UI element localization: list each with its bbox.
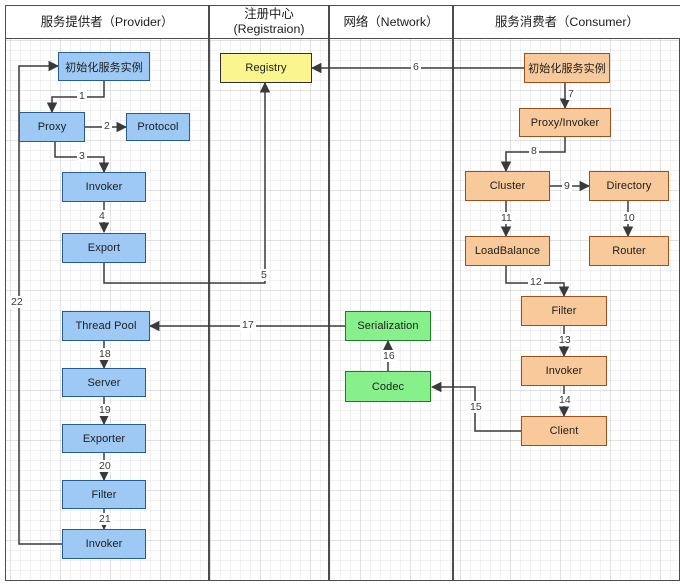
column-header-registration: 注册中心 (Registraion) [210, 6, 328, 38]
node-consumer-cluster-label: Cluster [489, 180, 526, 192]
edge-label-19: 19 [97, 404, 113, 416]
node-provider-invoker[interactable]: Invoker [62, 172, 146, 202]
node-provider-exporter-label: Exporter [82, 432, 126, 445]
node-provider-filter-label: Filter [91, 488, 117, 501]
node-provider-server[interactable]: Server [62, 368, 146, 397]
node-codec-label: Codec [371, 380, 405, 393]
node-consumer-router[interactable]: Router [589, 236, 669, 266]
edge-label-14: 14 [557, 394, 573, 406]
node-provider-proxy[interactable]: Proxy [19, 112, 85, 142]
node-provider-init-label: 初始化服务实例 [65, 61, 143, 74]
column-header-consumer: 服务消费者（Consumer） [454, 6, 680, 38]
edge-label-12: 12 [528, 276, 544, 288]
node-consumer-directory-label: Directory [606, 180, 652, 192]
node-consumer-client-label: Client [549, 425, 579, 437]
node-consumer-loadbalance-label: LoadBalance [474, 245, 541, 257]
edge-label-18: 18 [97, 348, 113, 360]
node-provider-exporter[interactable]: Exporter [62, 424, 146, 453]
edge-label-4: 4 [97, 210, 107, 222]
edge-label-21: 21 [97, 513, 113, 525]
node-provider-invoker-label: Invoker [85, 181, 123, 193]
edge-label-5: 5 [259, 269, 269, 281]
edge-label-16: 16 [381, 350, 397, 362]
node-provider-export-label: Export [87, 242, 121, 254]
column-header-registration-en: (Registraion) [233, 22, 305, 36]
edge-label-7: 7 [566, 88, 576, 100]
edge-label-8: 8 [529, 145, 539, 157]
node-provider-server-label: Server [87, 376, 121, 389]
node-consumer-invoker-label: Invoker [545, 365, 583, 377]
node-provider-protocol-label: Protocol [137, 121, 179, 133]
node-provider-protocol[interactable]: Protocol [126, 113, 190, 141]
diagram-canvas: 服务提供者（Provider） 注册中心 (Registraion) 网络（Ne… [0, 0, 685, 586]
edge-label-11: 11 [499, 212, 514, 224]
edge-label-22: 22 [9, 296, 25, 308]
column-header-provider: 服务提供者（Provider） [6, 6, 208, 38]
node-provider-filter[interactable]: Filter [62, 480, 146, 509]
node-provider-export[interactable]: Export [62, 233, 146, 263]
edge-label-15: 15 [468, 401, 484, 413]
column-header-network: 网络（Network） [330, 6, 452, 38]
edge-label-20: 20 [97, 460, 113, 472]
node-provider-thread-pool[interactable]: Thread Pool [62, 311, 150, 341]
node-consumer-cluster[interactable]: Cluster [465, 171, 550, 201]
node-consumer-proxy-invoker-label: Proxy/Invoker [530, 116, 600, 129]
column-header-network-label: 网络（Network） [343, 15, 439, 29]
edge-label-6: 6 [411, 61, 421, 73]
edge-label-17: 17 [240, 319, 256, 331]
column-header-registration-cn: 注册中心 [244, 7, 294, 21]
node-registry[interactable]: Registry [220, 53, 312, 83]
node-consumer-invoker[interactable]: Invoker [521, 356, 607, 386]
node-provider-init[interactable]: 初始化服务实例 [58, 52, 150, 81]
node-consumer-filter-label: Filter [551, 305, 577, 317]
node-consumer-init[interactable]: 初始化服务实例 [524, 53, 610, 83]
edge-label-13: 13 [557, 334, 573, 346]
node-provider-thread-pool-label: Thread Pool [75, 320, 137, 332]
edge-label-1: 1 [77, 90, 87, 102]
node-provider-invoker-bottom[interactable]: Invoker [62, 529, 146, 559]
node-provider-proxy-label: Proxy [37, 121, 67, 133]
node-consumer-proxy-invoker[interactable]: Proxy/Invoker [519, 108, 611, 137]
edge-label-3: 3 [77, 150, 87, 162]
node-provider-invoker-bottom-label: Invoker [85, 538, 123, 550]
node-consumer-directory[interactable]: Directory [589, 171, 669, 201]
edge-label-9: 9 [562, 180, 572, 192]
node-registry-label: Registry [245, 62, 287, 74]
node-serialization[interactable]: Serialization [345, 311, 431, 341]
node-consumer-client[interactable]: Client [521, 416, 607, 446]
node-codec[interactable]: Codec [345, 371, 431, 402]
column-header-provider-label: 服务提供者（Provider） [40, 15, 174, 29]
edge-label-2: 2 [102, 120, 112, 132]
node-consumer-router-label: Router [612, 245, 646, 257]
node-consumer-loadbalance[interactable]: LoadBalance [465, 236, 550, 266]
node-serialization-label: Serialization [357, 320, 419, 332]
column-header-consumer-label: 服务消费者（Consumer） [495, 15, 639, 29]
edge-label-10: 10 [621, 212, 637, 224]
node-consumer-filter[interactable]: Filter [521, 296, 607, 326]
node-consumer-init-label: 初始化服务实例 [528, 63, 606, 75]
